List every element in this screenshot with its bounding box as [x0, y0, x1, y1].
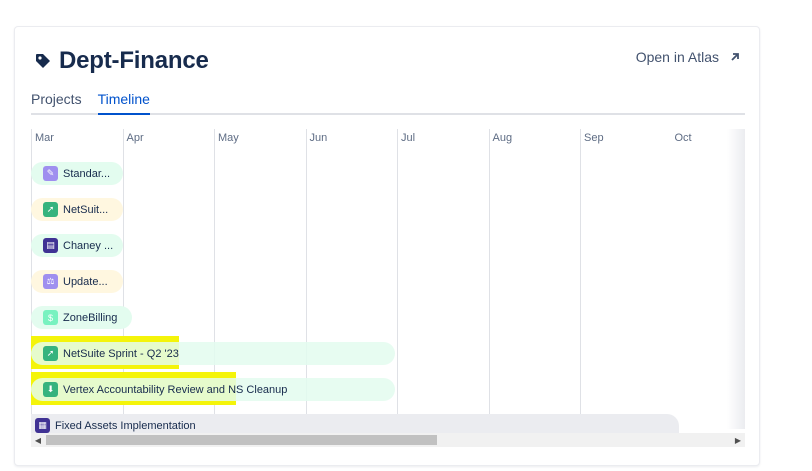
broom-icon: ✎	[43, 166, 58, 181]
project-label: NetSuite Sprint - Q2 '23	[63, 347, 179, 360]
month-label: Sep	[584, 132, 604, 144]
month-label: Mar	[35, 132, 54, 144]
project-bar[interactable]: $ ZoneBilling	[31, 306, 132, 329]
month-label: Jul	[401, 132, 416, 144]
timeline-fade	[727, 129, 745, 429]
project-bar[interactable]: ⬇ Vertex Accountability Review and NS Cle…	[31, 378, 395, 401]
project-label: Standar...	[63, 167, 111, 180]
page-title: Dept-Finance	[59, 47, 209, 74]
cabinet-icon: ▦	[35, 418, 50, 433]
project-label: NetSuit...	[63, 203, 109, 216]
project-bar[interactable]: ⚖ Update...	[31, 270, 123, 293]
month-label: Jun	[309, 132, 328, 144]
project-bar[interactable]: ✎ Standar...	[31, 162, 123, 185]
scroll-left-arrow-icon[interactable]: ◀	[31, 433, 45, 447]
card-header: Dept-Finance Open in Atlas	[35, 45, 741, 77]
document-icon: ▤	[43, 238, 58, 253]
project-bar[interactable]: ➚ NetSuite Sprint - Q2 '23	[31, 342, 395, 365]
month-column-aug: Aug	[488, 129, 581, 429]
rocket-icon: ➚	[43, 346, 58, 361]
project-label: Update...	[63, 275, 108, 288]
month-label: May	[218, 132, 239, 144]
scroll-right-arrow-icon[interactable]: ▶	[731, 433, 745, 447]
horizontal-scrollbar[interactable]: ◀ ▶	[31, 433, 745, 447]
tag-icon	[35, 53, 51, 69]
project-bar[interactable]: ➚ NetSuit...	[31, 198, 123, 221]
project-label: Fixed Assets Implementation	[55, 419, 196, 432]
rocket-icon: ➚	[43, 202, 58, 217]
project-label: Chaney ...	[63, 239, 114, 252]
project-tag-card: Dept-Finance Open in Atlas Projects Time…	[14, 26, 760, 466]
open-in-atlas-link[interactable]: Open in Atlas	[636, 49, 741, 65]
month-label: Apr	[126, 132, 144, 144]
external-link-arrow-icon	[729, 51, 741, 63]
month-column-jul: Jul	[397, 129, 489, 429]
month-label: Aug	[492, 132, 513, 144]
download-icon: ⬇	[43, 382, 58, 397]
open-in-atlas-label: Open in Atlas	[635, 49, 719, 65]
timeline-chart: Oct Sep Aug Jul Jun May Apr Mar ✎ Standar... ➚ Net…	[31, 129, 745, 451]
project-label: Vertex Accountability Review and NS Clea…	[63, 383, 288, 396]
scrollbar-thumb[interactable]	[46, 435, 437, 445]
scales-icon: ⚖	[43, 274, 58, 289]
tab-projects[interactable]: Projects	[31, 89, 82, 115]
month-column-sep: Sep	[580, 129, 672, 429]
tab-bar: Projects Timeline	[31, 89, 745, 115]
project-label: ZoneBilling	[63, 311, 118, 324]
month-label: Oct	[674, 132, 692, 144]
tab-timeline[interactable]: Timeline	[97, 89, 150, 115]
money-bag-icon: $	[43, 310, 58, 325]
project-bar[interactable]: ▤ Chaney ...	[31, 234, 123, 257]
